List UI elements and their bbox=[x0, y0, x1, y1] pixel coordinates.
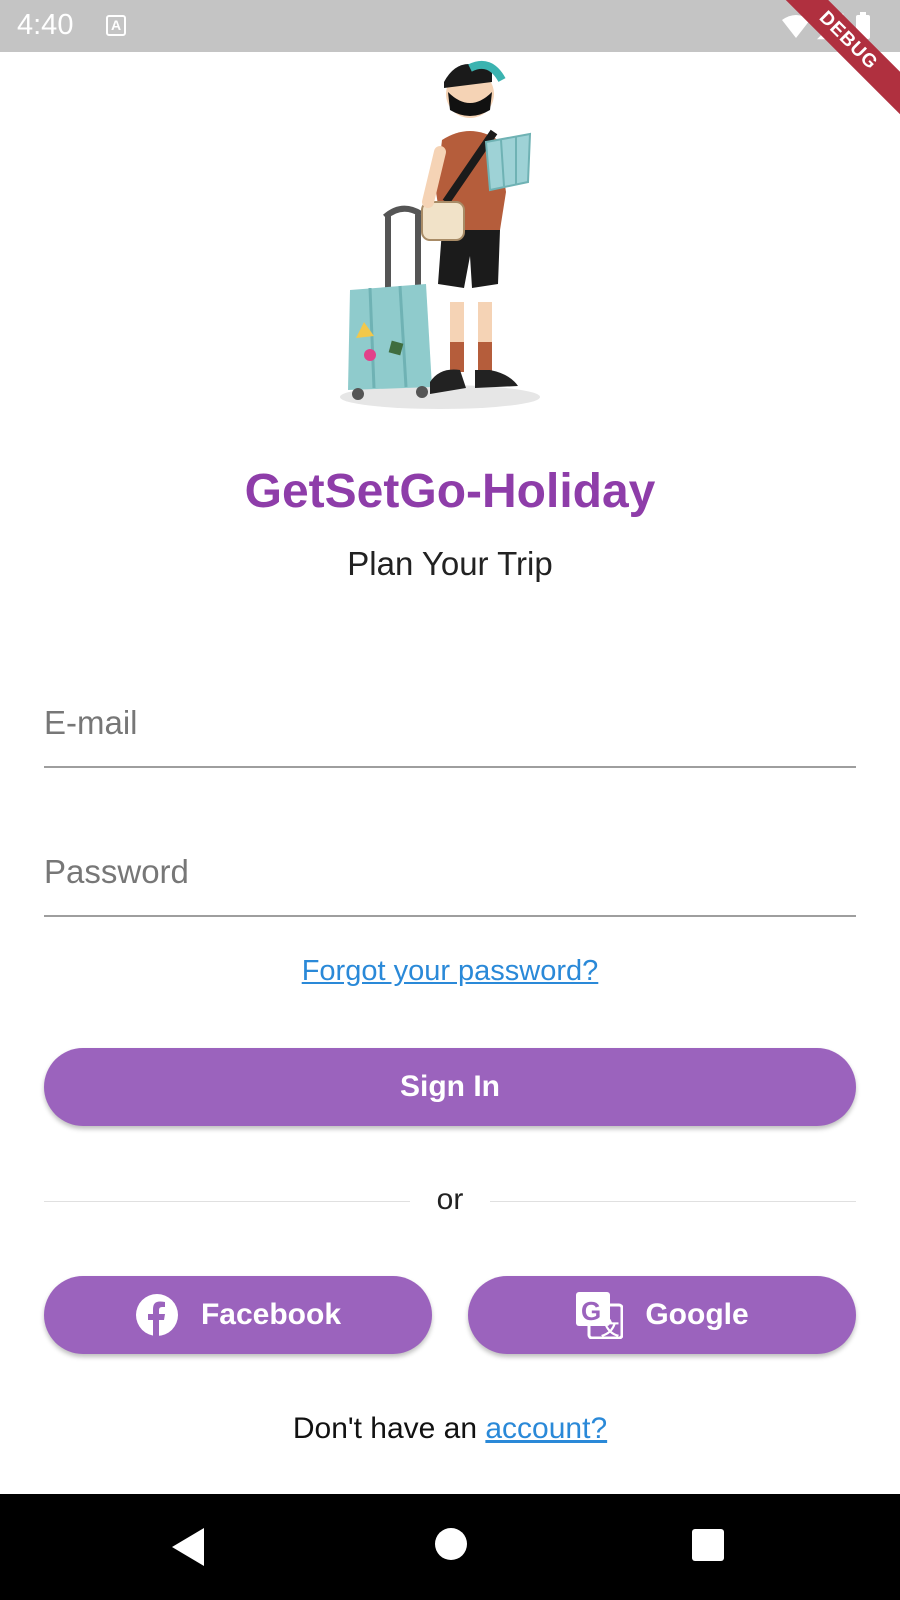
recents-icon[interactable] bbox=[691, 1528, 725, 1567]
status-time: 4:40 bbox=[17, 9, 74, 41]
svg-text:G: G bbox=[581, 1296, 601, 1326]
password-field[interactable] bbox=[44, 843, 856, 917]
signup-prefix: Don't have an bbox=[292, 1412, 486, 1445]
password-input[interactable] bbox=[44, 853, 856, 891]
google-label: Google bbox=[645, 1298, 749, 1331]
facebook-icon bbox=[135, 1293, 179, 1337]
keyboard-a-icon: A bbox=[106, 15, 126, 36]
app-subtitle: Plan Your Trip bbox=[347, 545, 553, 582]
sign-in-label: Sign In bbox=[400, 1070, 500, 1103]
google-button[interactable]: G 文 Google bbox=[468, 1276, 856, 1354]
sign-in-button[interactable]: Sign In bbox=[44, 1048, 856, 1126]
divider-text: or bbox=[436, 1183, 464, 1216]
signup-prompt: Don't have an account? bbox=[0, 1412, 900, 1446]
app-title: GetSetGo-Holiday bbox=[244, 465, 656, 518]
forgot-password-link[interactable]: Forgot your password? bbox=[0, 955, 900, 988]
svg-text:文: 文 bbox=[601, 1318, 620, 1339]
email-field[interactable] bbox=[44, 694, 856, 768]
signup-link[interactable]: account? bbox=[485, 1412, 607, 1445]
divider-line-right bbox=[490, 1201, 856, 1202]
facebook-label: Facebook bbox=[200, 1298, 342, 1331]
email-input[interactable] bbox=[44, 704, 856, 742]
google-translate-icon: G 文 bbox=[575, 1291, 624, 1339]
divider-line-left bbox=[44, 1201, 410, 1202]
status-bar: 4:40 A bbox=[0, 0, 900, 52]
home-icon[interactable] bbox=[433, 1526, 469, 1567]
facebook-button[interactable]: Facebook bbox=[44, 1276, 432, 1354]
traveler-illustration bbox=[330, 52, 570, 422]
navigation-bar bbox=[0, 1494, 900, 1600]
back-icon[interactable] bbox=[170, 1526, 206, 1573]
